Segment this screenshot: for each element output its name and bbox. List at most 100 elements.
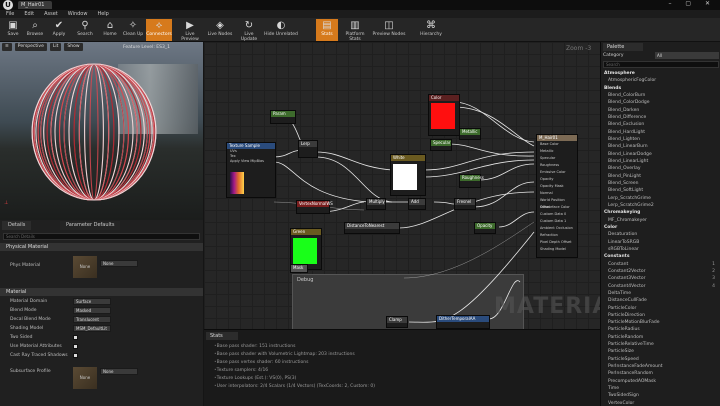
clamp-node[interactable]: Clamp	[386, 316, 408, 328]
red-color-node[interactable]: Color	[428, 94, 460, 136]
subsurface-thumbnail[interactable]: None	[73, 367, 97, 389]
palette-item[interactable]: ParticleRadius	[601, 326, 720, 333]
material-header[interactable]: Material	[0, 288, 203, 296]
result-input-pin[interactable]: Metallic	[537, 148, 577, 155]
palette-item[interactable]: Constant3Vector 3	[601, 275, 720, 282]
material-row-value[interactable]: Masked	[73, 307, 111, 314]
show-button[interactable]: Show	[64, 43, 83, 51]
result-input-pin[interactable]: Opacity	[537, 176, 577, 183]
palette-search-input[interactable]: Search	[603, 61, 719, 68]
palette-item[interactable]: TwoSidedSign	[601, 392, 720, 399]
live-nodes-button[interactable]: ◈ Live Nodes	[206, 19, 234, 41]
palette-item[interactable]: Time	[601, 385, 720, 392]
palette-item[interactable]: Blend_PinLight	[601, 173, 720, 180]
material-row-value[interactable]: MSM_DefaultLit	[73, 325, 111, 332]
preview-nodes-button[interactable]: ◫ Preview Nodes	[372, 19, 406, 41]
menu-item-help[interactable]: Help	[97, 10, 108, 18]
texture-input-pin[interactable]: Apply View MipBias	[227, 159, 275, 164]
palette-item[interactable]: Blend_SoftLight	[601, 187, 720, 194]
lerp-node[interactable]: Lerp	[298, 140, 318, 158]
metallic-node[interactable]: Metallic	[459, 128, 481, 140]
document-tab[interactable]: M_Hair01	[18, 1, 52, 9]
palette-item[interactable]: AtmosphericFogColor	[601, 77, 720, 84]
phys-material-select[interactable]: None	[100, 260, 138, 267]
material-row-value[interactable]: None	[100, 368, 138, 375]
palette-category[interactable]: Blends	[601, 85, 720, 92]
palette-item[interactable]: DeltaTime	[601, 290, 720, 297]
palette-item[interactable]: Blend_ColorBurn	[601, 92, 720, 99]
palette-item[interactable]: MF_Chromakeyer	[601, 217, 720, 224]
tab-parameter-defaults[interactable]: Parameter Defaults	[60, 221, 121, 230]
palette-item[interactable]: Constant2Vector 2	[601, 268, 720, 275]
result-input-pin[interactable]: Custom Data 1	[537, 218, 577, 225]
browse-button[interactable]: ⌕ Browse	[24, 19, 46, 41]
stats-button[interactable]: ▤ Stats	[316, 19, 338, 41]
palette-category-select[interactable]: All	[655, 52, 719, 59]
preview-label-node[interactable]: Mask	[290, 264, 308, 273]
palette-item[interactable]: VertexColor	[601, 400, 720, 406]
palette-item[interactable]: ParticleSpeed	[601, 356, 720, 363]
palette-item[interactable]: ParticleDirection	[601, 312, 720, 319]
result-input-pin[interactable]: Pixel Depth Offset	[537, 239, 577, 246]
menu-item-window[interactable]: Window	[68, 10, 88, 18]
connectors-button[interactable]: ⟡ Connectors	[146, 19, 172, 41]
palette-item[interactable]: ParticleColor	[601, 305, 720, 312]
hide-unrelated-button[interactable]: ◐ Hide Unrelated	[264, 19, 298, 41]
phys-material-thumbnail[interactable]: None	[73, 256, 97, 278]
palette-item[interactable]: ParticleRandom	[601, 334, 720, 341]
palette-item[interactable]: PrecomputedAOMask	[601, 378, 720, 385]
tab-palette[interactable]: Palette	[603, 43, 643, 51]
palette-item[interactable]: LinearToSRGB	[601, 239, 720, 246]
live-preview-button[interactable]: ▶ Live Preview	[176, 19, 204, 42]
palette-item[interactable]: PerInstanceFadeAmount	[601, 363, 720, 370]
physical-material-header[interactable]: Physical Material	[0, 243, 203, 251]
palette-category[interactable]: Constants	[601, 253, 720, 260]
material-graph[interactable]: Debug Zoom -3 MATERIAL Texture Sample UV…	[204, 42, 600, 329]
palette-item[interactable]: Blend_Screen	[601, 180, 720, 187]
palette-item[interactable]: Blend_LinearDodge	[601, 151, 720, 158]
result-input-pin[interactable]: Specular	[537, 155, 577, 162]
home-button[interactable]: ⌂ Home	[100, 19, 120, 41]
palette-item[interactable]: Blend_Darken	[601, 107, 720, 114]
depth-fade-node[interactable]: DitherTemporalAA	[436, 315, 490, 329]
details-search-input[interactable]: Search Details	[3, 233, 200, 240]
search-button[interactable]: ⚲ Search	[74, 19, 96, 41]
texture-sample-node[interactable]: Texture Sample UVs Tex Apply View MipBias	[226, 142, 276, 198]
palette-item[interactable]: Lerp_ScratchGrime	[601, 195, 720, 202]
material-row-checkbox[interactable]	[73, 335, 78, 340]
material-row-checkbox[interactable]	[73, 353, 78, 358]
palette-item[interactable]: Blend_ColorDodge	[601, 99, 720, 106]
palette-category[interactable]: Atmosphere	[601, 70, 720, 77]
distance-node[interactable]: DistanceToNearest	[344, 222, 400, 234]
result-input-pin[interactable]: Ambient Occlusion	[537, 225, 577, 232]
opacity-node[interactable]: Opacity	[474, 222, 496, 234]
param-node[interactable]: Param	[270, 110, 296, 124]
multiply-node[interactable]: Multiply	[366, 198, 386, 210]
result-input-pin[interactable]: Normal	[537, 190, 577, 197]
vertex-normal-node[interactable]: VertexNormalWS	[296, 200, 333, 214]
palette-category[interactable]: Color	[601, 224, 720, 231]
palette-item[interactable]: PerInstanceRandom	[601, 370, 720, 377]
palette-item[interactable]: ParticleMotionBlurFade	[601, 319, 720, 326]
material-row-value[interactable]: Surface	[73, 298, 111, 305]
palette-item[interactable]: sRGBToLinear	[601, 246, 720, 253]
menu-item-file[interactable]: File	[6, 10, 14, 18]
palette-item[interactable]: Blend_Lighten	[601, 136, 720, 143]
menu-item-asset[interactable]: Asset	[44, 10, 58, 18]
hierarchy-button[interactable]: ⌘ Hierarchy	[418, 19, 444, 41]
palette-category[interactable]: Chromakeying	[601, 209, 720, 216]
palette-item[interactable]: DistanceCullFade	[601, 297, 720, 304]
palette-item[interactable]: Lerp_ScratchGrime2	[601, 202, 720, 209]
white-color-node[interactable]: White	[390, 154, 426, 196]
viewport-menu-button[interactable]: ≡	[2, 43, 12, 51]
apply-button[interactable]: ✔ Apply	[48, 19, 70, 41]
palette-item[interactable]: Blend_HardLight	[601, 129, 720, 136]
tab-details[interactable]: Details	[2, 221, 32, 230]
menu-item-edit[interactable]: Edit	[24, 10, 34, 18]
tab-stats[interactable]: Stats	[206, 332, 238, 340]
save-button[interactable]: ▣ Save	[3, 19, 23, 41]
result-input-pin[interactable]: Base Color	[537, 141, 577, 148]
palette-item[interactable]: Blend_LinearLight	[601, 158, 720, 165]
palette-item[interactable]: ParticleSize	[601, 348, 720, 355]
result-input-pin[interactable]: Opacity Mask	[537, 183, 577, 190]
